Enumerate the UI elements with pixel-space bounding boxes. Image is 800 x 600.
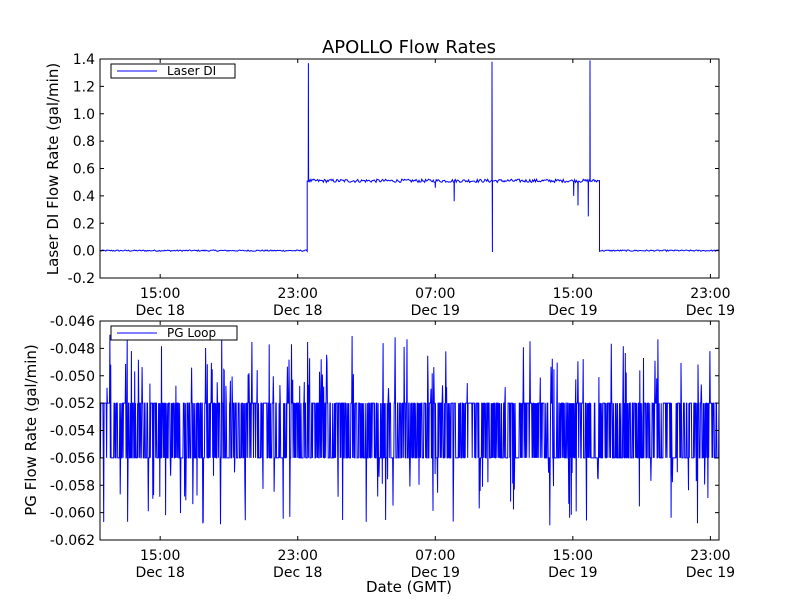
bottom-y-tick-label: -0.062 [50, 533, 95, 549]
bottom-y-tick-label: -0.058 [50, 478, 95, 494]
top-legend-label: Laser DI [167, 64, 216, 78]
bottom-x-tick-date: Dec 18 [136, 565, 185, 581]
top-y-tick-label: 0.4 [73, 189, 95, 205]
bottom-y-tick-label: -0.048 [50, 341, 95, 357]
top-x-tick-date: Dec 18 [273, 303, 322, 319]
top-y-axis-label: Laser DI Flow Rate (gal/min) [44, 63, 62, 275]
top-x-tick-time: 15:00 [553, 286, 593, 302]
bottom-y-tick-label: -0.054 [50, 424, 95, 440]
bottom-x-tick-date: Dec 18 [273, 565, 322, 581]
top-y-tick-label: 1.0 [73, 107, 95, 123]
bottom-y-tick-label: -0.060 [50, 506, 95, 522]
top-x-tick-time: 23:00 [690, 286, 730, 302]
top-y-tick-label: 0.2 [73, 216, 95, 232]
bottom-x-tick-date: Dec 19 [548, 565, 597, 581]
bottom-x-tick-time: 07:00 [415, 548, 455, 564]
bottom-y-axis-label: PG Flow Rate (gal/min) [22, 344, 40, 516]
top-x-tick-time: 15:00 [140, 286, 180, 302]
bottom-x-tick-time: 15:00 [140, 548, 180, 564]
pg-loop-panel: -0.062 -0.060 -0.058 -0.056 -0.054 -0.052 -0.0… [50, 314, 735, 581]
bottom-y-tick-label: -0.046 [50, 314, 95, 330]
series-line-pg-loop [99, 334, 720, 526]
top-y-tick-label: 1.2 [73, 79, 95, 95]
top-y-tick-label: 0.6 [73, 162, 95, 178]
bottom-y-tick-label: -0.050 [50, 369, 95, 385]
top-x-tick-date: Dec 19 [411, 303, 460, 319]
top-x-tick-time: 23:00 [278, 286, 318, 302]
bottom-x-tick-date: Dec 19 [686, 565, 735, 581]
chart-title: APOLLO Flow Rates [322, 37, 496, 58]
bottom-x-tick-time: 15:00 [553, 548, 593, 564]
top-x-tick-date: Dec 19 [548, 303, 597, 319]
top-y-tick-label: -0.2 [68, 271, 95, 287]
series-line-laser-di [99, 60, 720, 253]
bottom-x-tick-time: 23:00 [690, 548, 730, 564]
bottom-y-tick-label: -0.056 [50, 451, 95, 467]
top-y-tick-label: 1.4 [73, 52, 95, 68]
top-y-tick-label: 0.8 [73, 134, 95, 150]
laser-di-panel: -0.20.00.20.40.60.81.01.21.415:00Dec 182… [68, 52, 735, 319]
top-x-tick-time: 07:00 [415, 286, 455, 302]
top-x-tick-date: Dec 18 [136, 303, 185, 319]
top-axes-frame [99, 58, 720, 279]
x-axis-label: Date (GMT) [366, 578, 452, 596]
top-y-tick-label: 0.0 [73, 244, 95, 260]
top-x-tick-date: Dec 19 [686, 303, 735, 319]
bottom-legend-label: PG Loop [167, 326, 216, 340]
flow-rates-figure: APOLLO Flow Rates -0.2 0.0 0.2 0.4 0.6 0.8 1.0… [22, 37, 735, 596]
bottom-x-tick-time: 23:00 [278, 548, 318, 564]
bottom-y-tick-label: -0.052 [50, 396, 95, 412]
